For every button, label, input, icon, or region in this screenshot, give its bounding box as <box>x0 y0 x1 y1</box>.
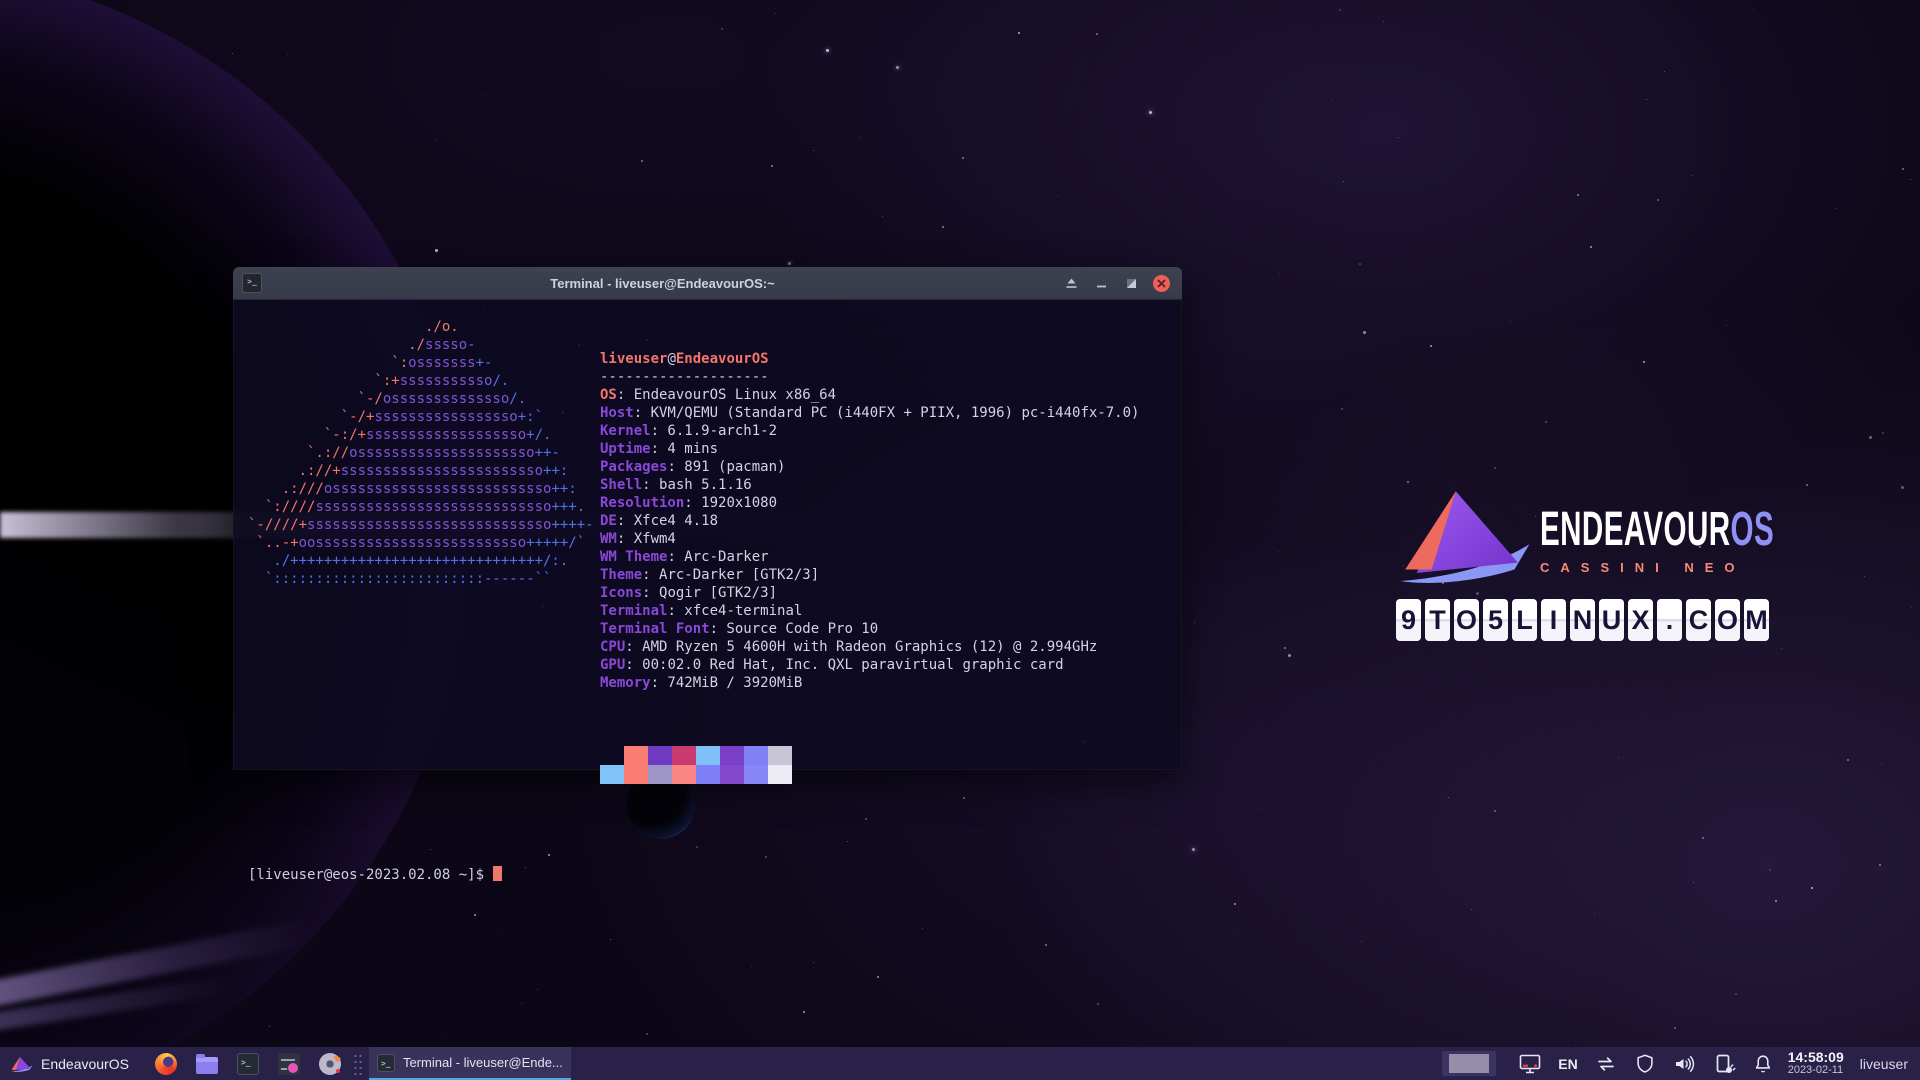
shield-icon[interactable] <box>1634 1052 1656 1076</box>
swap-arrows-icon[interactable] <box>1594 1052 1618 1076</box>
file-manager-icon[interactable] <box>196 1057 218 1074</box>
endeavouros-menu-icon <box>10 1054 33 1074</box>
keyboard-layout-indicator[interactable]: EN <box>1558 1056 1577 1072</box>
endeavouros-logo-icon <box>1396 484 1534 586</box>
applications-menu-button[interactable]: EndeavourOS <box>0 1047 141 1080</box>
neofetch-info: liveuser@EndeavourOS--------------------… <box>600 314 1139 820</box>
user-button[interactable]: liveuser <box>1860 1056 1908 1072</box>
workspace-1[interactable] <box>1449 1054 1489 1073</box>
bell-icon[interactable] <box>1752 1052 1774 1076</box>
9to5linux-watermark: 9TO5LINUX.COM <box>1396 599 1796 641</box>
display-icon[interactable] <box>1518 1052 1542 1076</box>
wallpaper-branding: ENDEAVOUROS CASSINI NEO 9TO5LINUX.COM <box>1396 484 1796 641</box>
clock[interactable]: 14:58:09 2023-02-11 <box>1788 1050 1844 1076</box>
terminal-window: >_ Terminal - liveuser@EndeavourOS:~ <box>233 267 1182 770</box>
workspace-switcher[interactable] <box>1442 1051 1496 1076</box>
taskbar: EndeavourOS >_ >_ Terminal - liveuser@En… <box>0 1047 1920 1080</box>
task-button-label: Terminal - liveuser@Ende... <box>403 1055 563 1070</box>
menu-label: EndeavourOS <box>41 1056 129 1072</box>
shell-prompt: [liveuser@eos-2023.02.08 ~]$ <box>248 866 1181 884</box>
task-button-terminal[interactable]: >_ Terminal - liveuser@Ende... <box>369 1047 571 1080</box>
terminal-icon: >_ <box>377 1054 395 1072</box>
terminal-color-palette <box>600 746 1139 784</box>
terminal-content[interactable]: ./o. ./sssso- `:osssssss+- `:+ssssssssss… <box>233 300 1182 770</box>
close-button[interactable] <box>1153 275 1170 292</box>
installer-disc-icon[interactable] <box>319 1053 341 1075</box>
window-title: Terminal - liveuser@EndeavourOS:~ <box>262 276 1063 291</box>
panel-separator-handle <box>353 1053 363 1075</box>
cassini-neo-label: CASSINI NEO <box>1540 560 1833 575</box>
volume-icon[interactable] <box>1672 1052 1696 1076</box>
shade-button[interactable] <box>1063 275 1079 291</box>
minimize-button[interactable] <box>1093 275 1109 291</box>
power-plug-icon[interactable] <box>1712 1052 1736 1076</box>
endeavouros-wordmark: ENDEAVOUROS <box>1540 502 1774 557</box>
settings-icon[interactable] <box>278 1053 300 1075</box>
desktop: ENDEAVOUROS CASSINI NEO 9TO5LINUX.COM >_… <box>0 0 1920 1080</box>
terminal-app-icon: >_ <box>242 273 262 293</box>
maximize-button[interactable] <box>1123 275 1139 291</box>
neofetch-ascii-logo: ./o. ./sssso- `:osssssss+- `:+ssssssssss… <box>248 314 600 820</box>
terminal-titlebar[interactable]: >_ Terminal - liveuser@EndeavourOS:~ <box>233 267 1182 300</box>
text-cursor <box>493 866 502 881</box>
firefox-icon[interactable] <box>155 1053 177 1075</box>
clock-date: 2023-02-11 <box>1788 1065 1844 1077</box>
terminal-icon[interactable]: >_ <box>237 1053 259 1075</box>
clock-time: 14:58:09 <box>1788 1050 1844 1065</box>
